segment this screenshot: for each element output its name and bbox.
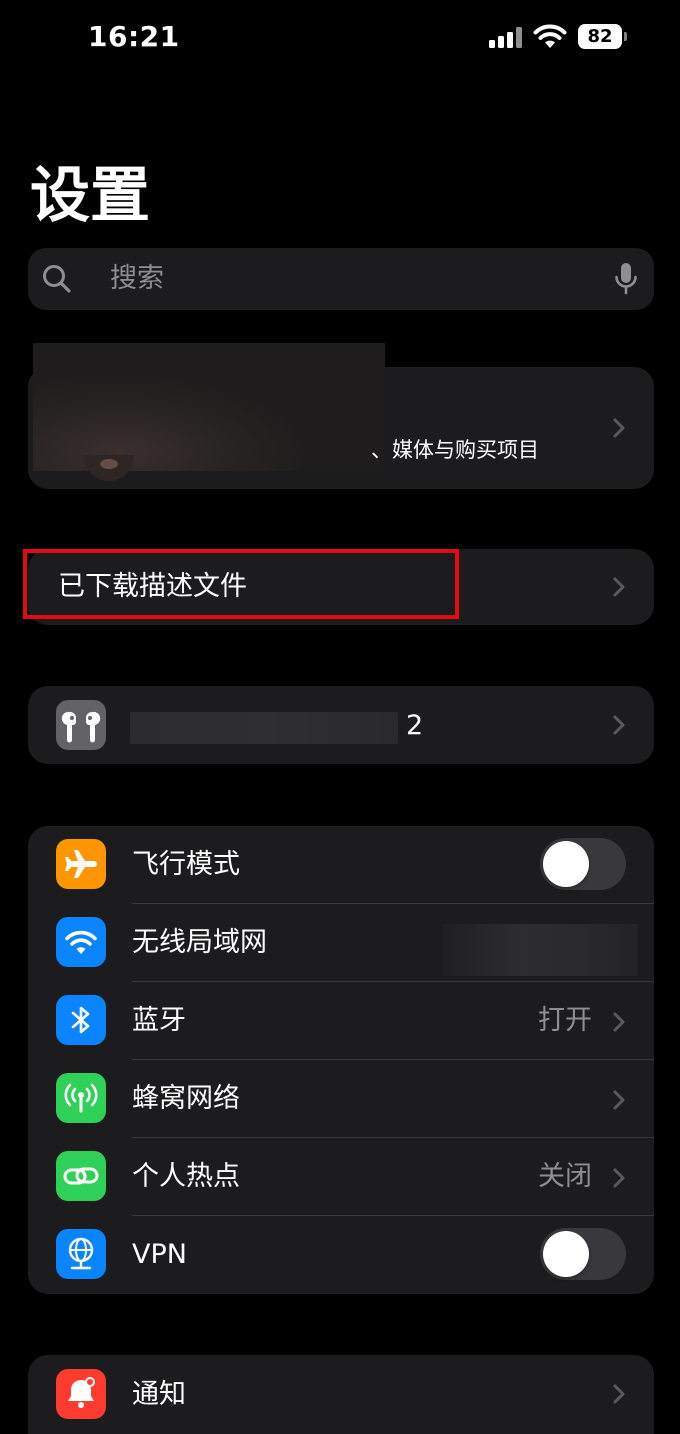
cellular-signal-icon bbox=[489, 26, 523, 48]
chevron-right-icon bbox=[612, 1167, 626, 1189]
device-name-redacted bbox=[130, 712, 398, 744]
airplane-icon bbox=[56, 839, 106, 889]
airplane-mode-row: 飞行模式 bbox=[28, 826, 654, 904]
chevron-right-icon bbox=[612, 576, 626, 598]
vpn-label: VPN bbox=[132, 1239, 187, 1270]
airplane-mode-label: 飞行模式 bbox=[132, 849, 240, 880]
airpods-icon bbox=[56, 700, 106, 750]
hotspot-link-icon bbox=[56, 1151, 106, 1201]
personal-hotspot-status: 关闭 bbox=[538, 1161, 592, 1192]
chevron-right-icon bbox=[612, 417, 626, 439]
wifi-network-redacted bbox=[442, 924, 638, 976]
search-placeholder: 搜索 bbox=[110, 263, 164, 294]
connectivity-group: 飞行模式 无线局域网 蓝牙 打开 蜂窝网络 个人热点 关闭 VPN bbox=[28, 826, 654, 1294]
wifi-label: 无线局域网 bbox=[132, 927, 267, 958]
microphone-icon[interactable] bbox=[614, 262, 638, 296]
cellular-row[interactable]: 蜂窝网络 bbox=[28, 1060, 654, 1138]
chevron-right-icon bbox=[612, 1089, 626, 1111]
wifi-status-icon bbox=[532, 24, 568, 50]
airpods-row[interactable]: 2 bbox=[28, 686, 654, 764]
status-bar: 16:21 82 bbox=[0, 0, 680, 76]
chevron-right-icon bbox=[612, 714, 626, 736]
status-time: 16:21 bbox=[88, 20, 180, 53]
notifications-label: 通知 bbox=[132, 1379, 186, 1410]
profile-subtitle: 、媒体与购买项目 bbox=[371, 438, 539, 462]
battery-indicator: 82 bbox=[578, 24, 627, 49]
wifi-icon bbox=[56, 917, 106, 967]
wifi-row[interactable]: 无线局域网 bbox=[28, 904, 654, 982]
profile-redacted-area bbox=[33, 343, 385, 471]
highlight-box bbox=[23, 549, 459, 619]
vpn-row: VPN bbox=[28, 1216, 654, 1294]
chevron-right-icon bbox=[612, 1011, 626, 1033]
bluetooth-label: 蓝牙 bbox=[132, 1005, 186, 1036]
vpn-toggle[interactable] bbox=[540, 1228, 626, 1280]
bluetooth-row[interactable]: 蓝牙 打开 bbox=[28, 982, 654, 1060]
notification-bell-icon bbox=[56, 1369, 106, 1419]
search-icon bbox=[42, 264, 72, 294]
device-name-suffix: 2 bbox=[406, 710, 424, 741]
bluetooth-status: 打开 bbox=[538, 1005, 592, 1036]
cellular-antenna-icon bbox=[56, 1073, 106, 1123]
page-title: 设置 bbox=[30, 161, 150, 231]
personal-hotspot-row[interactable]: 个人热点 关闭 bbox=[28, 1138, 654, 1216]
bluetooth-icon bbox=[56, 995, 106, 1045]
notifications-row[interactable]: 通知 bbox=[28, 1355, 654, 1434]
airplane-mode-toggle[interactable] bbox=[540, 838, 626, 890]
chevron-right-icon bbox=[612, 1383, 626, 1405]
vpn-globe-icon bbox=[56, 1229, 106, 1279]
cellular-label: 蜂窝网络 bbox=[132, 1083, 240, 1114]
personal-hotspot-label: 个人热点 bbox=[132, 1161, 240, 1192]
search-field[interactable]: 搜索 bbox=[28, 248, 654, 310]
